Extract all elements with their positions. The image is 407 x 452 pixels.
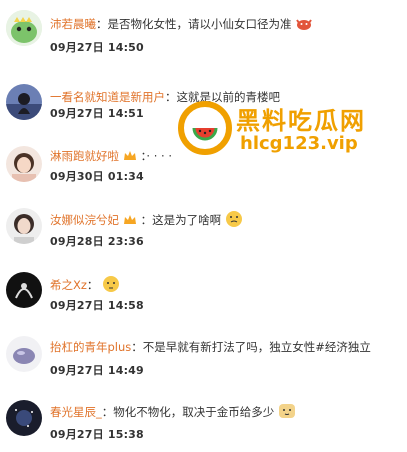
username-link[interactable]: 春光星辰_ bbox=[50, 405, 102, 419]
galaxy-avatar-icon bbox=[6, 400, 42, 436]
crab-emoji-icon bbox=[295, 15, 313, 34]
comment-time: 15:38 bbox=[107, 428, 144, 441]
comment-text: 这是为了啥啊 bbox=[152, 213, 222, 227]
comment-date: 09月27日 bbox=[50, 299, 104, 312]
comment-text: 是否物化女性，请以小仙女口径为准 bbox=[107, 17, 292, 31]
colon: ： bbox=[165, 90, 177, 104]
username-link[interactable]: 一看名就知道是新用户 bbox=[50, 90, 165, 104]
comment-date: 09月27日 bbox=[50, 41, 104, 54]
doubt-emoji-icon bbox=[102, 275, 120, 296]
comment-date: 09月28日 bbox=[50, 235, 104, 248]
avatar[interactable] bbox=[6, 272, 42, 308]
comment-item: 希之Xz： 09月27日 14:58 bbox=[0, 268, 407, 324]
avatar[interactable] bbox=[6, 336, 42, 372]
comment-text: 物化不物化，取决于金币给多少 bbox=[113, 405, 275, 419]
comment-item: 抬杠的青年plus：不是早就有新打法了吗，独立女性#经济独立 09月27日 14… bbox=[0, 332, 407, 388]
avatar[interactable] bbox=[6, 400, 42, 436]
comment-text: 不是早就有新打法了吗，独立女性#经济独立 bbox=[142, 340, 371, 354]
comment-text: · · · · bbox=[146, 149, 172, 163]
comment-time: 14:49 bbox=[107, 364, 144, 377]
avatar[interactable] bbox=[6, 208, 42, 244]
person-avatar-icon bbox=[6, 84, 42, 120]
dark-avatar-icon bbox=[6, 272, 42, 308]
comment-date: 09月27日 bbox=[50, 428, 104, 441]
username-link[interactable]: 淋雨跑就好啦 bbox=[50, 149, 119, 163]
comment-time: 14:58 bbox=[107, 299, 144, 312]
watermark-logo-icon bbox=[178, 101, 232, 155]
colon: ： bbox=[140, 213, 153, 227]
comment-item: 春光星辰_：物化不物化，取决于金币给多少 09月27日 15:38 bbox=[0, 396, 407, 452]
comment-item: 汝娜似浣兮妃 ：这是为了啥啊 09月28日 23:36 bbox=[0, 206, 407, 262]
woman-avatar-icon bbox=[6, 208, 42, 244]
colon: ： bbox=[86, 278, 99, 292]
watermark-title: 黑料吃瓜网 bbox=[236, 107, 366, 135]
crown-badge-icon bbox=[123, 150, 137, 165]
comment-date: 09月27日 bbox=[50, 107, 104, 120]
avatar[interactable] bbox=[6, 146, 42, 182]
watermark: 黑料吃瓜网 hlcg123.vip bbox=[178, 99, 378, 159]
crown-badge-icon bbox=[123, 214, 137, 229]
colon: ： bbox=[96, 17, 108, 31]
dinosaur-avatar-icon bbox=[6, 10, 42, 46]
comment-time: 23:36 bbox=[107, 235, 144, 248]
comment-date: 09月27日 bbox=[50, 364, 104, 377]
avatar[interactable] bbox=[6, 84, 42, 120]
watermark-url: hlcg123.vip bbox=[240, 133, 358, 154]
colon: ： bbox=[131, 340, 143, 354]
colon: ： bbox=[101, 405, 114, 419]
comment-time: 14:50 bbox=[107, 41, 144, 54]
girl-avatar-icon bbox=[6, 146, 42, 182]
comment-time: 14:51 bbox=[107, 107, 144, 120]
avatar[interactable] bbox=[6, 10, 42, 46]
doge-emoji-icon bbox=[278, 403, 296, 422]
stone-avatar-icon bbox=[6, 336, 42, 372]
comment-time: 01:34 bbox=[107, 170, 144, 183]
username-link[interactable]: 沛若晨曦 bbox=[50, 17, 96, 31]
username-link[interactable]: 汝娜似浣兮妃 bbox=[50, 213, 119, 227]
thinking-emoji-icon bbox=[225, 210, 243, 231]
username-link[interactable]: 抬杠的青年plus bbox=[50, 340, 131, 354]
comment-item: 沛若晨曦：是否物化女性，请以小仙女口径为准 09月27日 14:50 bbox=[0, 6, 407, 62]
comment-date: 09月30日 bbox=[50, 170, 104, 183]
username-link[interactable]: 希之Xz bbox=[50, 278, 87, 292]
